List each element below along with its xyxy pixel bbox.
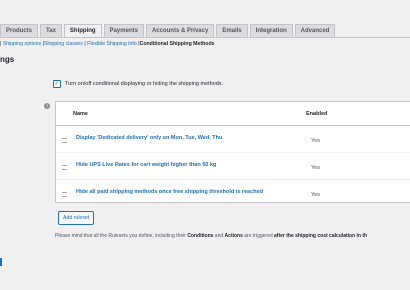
- rulesets-note: Please mind that all the Rulesets you de…: [55, 233, 368, 239]
- tab-accounts-privacy[interactable]: Accounts & Privacy: [145, 24, 215, 37]
- tab-tax[interactable]: Tax: [40, 24, 62, 37]
- ruleset-enabled-status: Yes: [311, 138, 320, 144]
- sidebar-accent-bar: [0, 258, 2, 266]
- tab-emails[interactable]: Emails: [216, 24, 248, 37]
- table-row: Display 'Dedicated delivery' only on Mon…: [56, 126, 410, 153]
- table-header: Name Enabled: [56, 102, 410, 126]
- conditional-toggle-checkbox[interactable]: ✓: [53, 80, 61, 88]
- tab-shipping[interactable]: Shipping: [63, 24, 102, 38]
- drag-handle-icon[interactable]: [62, 192, 67, 197]
- column-header-name: Name: [73, 111, 88, 117]
- settings-tabs: Products Tax Shipping Payments Accounts …: [0, 24, 336, 38]
- add-ruleset-button[interactable]: Add ruleset: [58, 211, 95, 225]
- tab-integration[interactable]: Integration: [249, 24, 293, 37]
- ruleset-name-link[interactable]: Hide UPS Live Rates for cart weight high…: [76, 162, 216, 168]
- tab-payments[interactable]: Payments: [103, 24, 144, 37]
- ruleset-name-link[interactable]: Display 'Dedicated delivery' only on Mon…: [76, 135, 222, 141]
- table-row: Hide all paid shipping methods once free…: [56, 180, 410, 207]
- subnav-conditional-shipping-methods: Conditional Shipping Methods: [139, 41, 215, 47]
- drag-handle-icon[interactable]: [62, 138, 67, 143]
- tab-products[interactable]: Products: [0, 24, 39, 37]
- drag-handle-icon[interactable]: [62, 165, 67, 170]
- rulesets-table: Name Enabled Display 'Dedicated delivery…: [55, 101, 410, 207]
- ruleset-enabled-status: Yes: [311, 165, 320, 171]
- tab-divider: [0, 37, 410, 38]
- page-heading: ngs: [0, 55, 15, 64]
- subnav-shipping-options[interactable]: Shipping options: [3, 41, 41, 47]
- conditional-toggle-label: Turn on/off conditional displaying or hi…: [65, 81, 224, 87]
- ruleset-name-link[interactable]: Hide all paid shipping methods once free…: [76, 189, 263, 195]
- table-row: Hide UPS Live Rates for cart weight high…: [56, 153, 410, 180]
- column-header-enabled: Enabled: [306, 111, 328, 117]
- sub-navigation: | Shipping options |Shipping classes | F…: [0, 41, 215, 47]
- subnav-shipping-classes[interactable]: Shipping classes: [44, 41, 83, 47]
- ruleset-enabled-status: Yes: [311, 192, 320, 198]
- help-icon[interactable]: ?: [44, 103, 50, 109]
- conditional-toggle-row: ✓ Turn on/off conditional displaying or …: [53, 80, 223, 88]
- tab-advanced[interactable]: Advanced: [294, 24, 336, 37]
- subnav-flexible-shipping-info[interactable]: Flexible Shipping Info: [87, 41, 137, 47]
